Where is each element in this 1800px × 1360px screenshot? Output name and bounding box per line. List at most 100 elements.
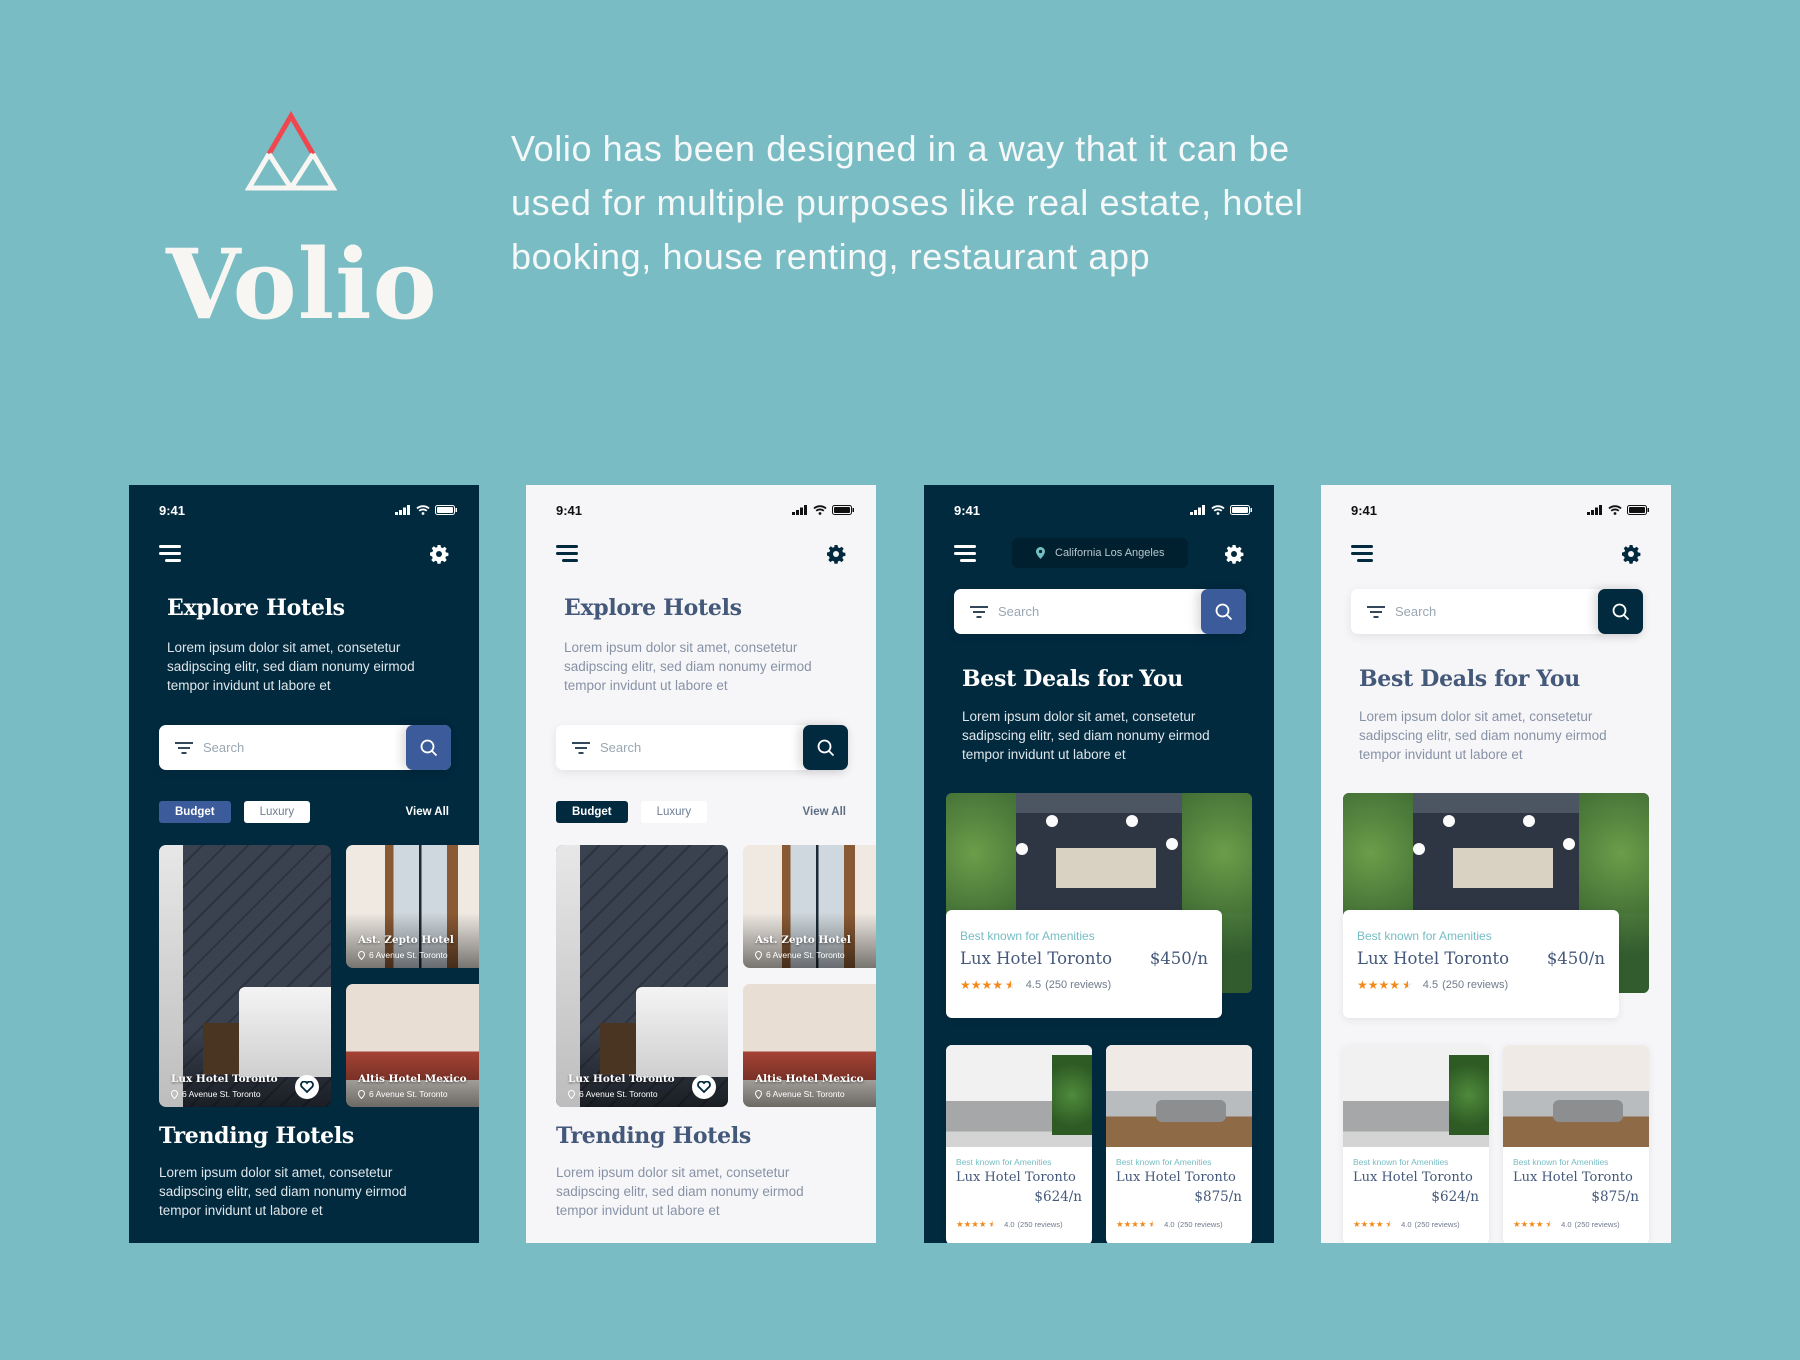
search-button[interactable] <box>803 725 848 770</box>
deal-tag: Best known for Amenities <box>1357 929 1492 943</box>
location-label: California Los Angeles <box>1055 547 1165 559</box>
filter-icon[interactable] <box>1367 605 1385 619</box>
wifi-icon <box>416 505 430 515</box>
signal-icon <box>792 505 807 515</box>
search-input[interactable]: Search <box>203 740 406 755</box>
search-button[interactable] <box>406 725 451 770</box>
section-title: Trending Hotels <box>159 1123 354 1149</box>
search-input[interactable]: Search <box>1395 604 1598 619</box>
gear-icon[interactable] <box>826 544 846 564</box>
search-bar[interactable]: Search <box>159 725 451 770</box>
star-rating: ★★★★ ★ <box>1116 1219 1157 1229</box>
deal-tag: Best known for Amenities <box>960 929 1095 943</box>
hotel-card[interactable]: Lux Hotel Toronto 6 Avenue St. Toronto <box>556 845 728 1107</box>
hotel-name: Altis Hotel Mexico <box>358 1073 467 1085</box>
description: Lorem ipsum dolor sit amet, consetetur s… <box>962 709 1210 762</box>
review-count: (250 reviews) <box>1177 1220 1223 1229</box>
search-button[interactable] <box>1201 589 1246 634</box>
deal-price: $875/n <box>1591 1189 1639 1205</box>
hotel-card[interactable]: Ast. Zepto Hotel 6 Avenue St. Toronto <box>743 845 876 968</box>
rating-value: 4.0 <box>1561 1220 1572 1229</box>
deal-hotel-name: Lux Hotel Toronto <box>1357 949 1510 968</box>
star-rating: ★★★★ ★ <box>1357 978 1413 992</box>
wifi-icon <box>813 505 827 515</box>
menu-icon[interactable] <box>954 545 978 563</box>
location-pin-icon <box>171 1089 178 1099</box>
chip-budget[interactable]: Budget <box>556 801 628 823</box>
menu-icon[interactable] <box>1351 545 1375 563</box>
star-rating: ★★★★ ★ <box>956 1219 997 1229</box>
status-time: 9:41 <box>556 502 583 518</box>
deal-tag: Best known for Amenities <box>1116 1157 1212 1167</box>
hotel-card[interactable]: Lux Hotel Toronto 6 Avenue St. Toronto <box>159 845 331 1107</box>
search-icon <box>817 739 834 756</box>
menu-icon[interactable] <box>556 545 580 563</box>
description: Lorem ipsum dolor sit amet, consetetur s… <box>167 640 415 693</box>
location-pin-icon <box>1036 547 1045 559</box>
rating-value: 4.0 <box>1004 1220 1015 1229</box>
review-count: (250 reviews) <box>1045 979 1112 991</box>
deal-hotel-name: Lux Hotel Toronto <box>1353 1170 1473 1185</box>
filter-icon[interactable] <box>572 741 590 755</box>
rating-value: 4.0 <box>1164 1220 1175 1229</box>
deal-card[interactable]: Best known for Amenities Lux Hotel Toron… <box>1503 1045 1649 1243</box>
battery-icon <box>1230 505 1252 515</box>
heart-icon <box>697 1081 711 1093</box>
gear-icon[interactable] <box>1224 544 1244 564</box>
phone-explore-light: 9:41 Explore Hotels Lorem ipsum dolor si… <box>526 485 876 1243</box>
status-time: 9:41 <box>954 502 981 518</box>
hotel-card[interactable]: Altis Hotel Mexico 6 Avenue St. Toronto <box>743 984 876 1107</box>
deal-price: $450/n <box>1149 949 1208 968</box>
chip-luxury[interactable]: Luxury <box>243 801 311 823</box>
battery-icon <box>1627 505 1649 515</box>
page-title: Explore Hotels <box>564 595 742 621</box>
description: Lorem ipsum dolor sit amet, consetetur s… <box>564 640 812 693</box>
deal-price: $624/n <box>1431 1189 1479 1205</box>
search-bar[interactable]: Search <box>556 725 848 770</box>
status-bar: 9:41 <box>556 502 854 518</box>
hotel-card[interactable]: Ast. Zepto Hotel 6 Avenue St. Toronto <box>346 845 479 968</box>
status-bar: 9:41 <box>1351 502 1649 518</box>
phone-explore-dark: 9:41 Explore Hotels Lorem ipsum dolor si… <box>129 485 479 1243</box>
hotel-name: Altis Hotel Mexico <box>755 1073 864 1085</box>
location-pin-icon <box>358 950 365 960</box>
review-count: (250 reviews) <box>1574 1220 1620 1229</box>
filter-icon[interactable] <box>175 741 193 755</box>
favorite-button[interactable] <box>692 1075 716 1099</box>
search-input[interactable]: Search <box>600 740 803 755</box>
chip-budget[interactable]: Budget <box>159 801 231 823</box>
search-icon <box>1612 603 1629 620</box>
status-bar: 9:41 <box>954 502 1252 518</box>
review-count: (250 reviews) <box>1442 979 1509 991</box>
rating-value: 4.5 <box>1025 979 1042 991</box>
rating-value: 4.0 <box>1401 1220 1412 1229</box>
search-bar[interactable]: Search <box>1351 589 1643 634</box>
gear-icon[interactable] <box>1621 544 1641 564</box>
deal-card[interactable]: Best known for Amenities Lux Hotel Toron… <box>1106 1045 1252 1243</box>
filter-icon[interactable] <box>970 605 988 619</box>
section-description: Lorem ipsum dolor sit amet, consetetur s… <box>159 1165 407 1218</box>
page-title: Best Deals for You <box>1359 666 1580 692</box>
search-bar[interactable]: Search <box>954 589 1246 634</box>
star-rating: ★★★★ ★ <box>1353 1219 1394 1229</box>
location-pin-icon <box>755 1089 762 1099</box>
view-all-link[interactable]: View All <box>406 806 449 818</box>
deal-card[interactable]: Best known for Amenities Lux Hotel Toron… <box>946 1045 1092 1243</box>
view-all-link[interactable]: View All <box>803 806 846 818</box>
location-selector[interactable]: California Los Angeles <box>1012 538 1188 568</box>
status-bar: 9:41 <box>159 502 457 518</box>
search-input[interactable]: Search <box>998 604 1201 619</box>
location-pin-icon <box>358 1089 365 1099</box>
chip-luxury[interactable]: Luxury <box>640 801 708 823</box>
search-button[interactable] <box>1598 589 1643 634</box>
featured-deal-card[interactable]: Best known for Amenities Lux Hotel Toron… <box>1343 910 1619 1018</box>
menu-icon[interactable] <box>159 545 183 563</box>
favorite-button[interactable] <box>295 1075 319 1099</box>
hotel-card[interactable]: Altis Hotel Mexico 6 Avenue St. Toronto <box>346 984 479 1107</box>
featured-deal-card[interactable]: Best known for Amenities Lux Hotel Toron… <box>946 910 1222 1018</box>
deal-card[interactable]: Best known for Amenities Lux Hotel Toron… <box>1343 1045 1489 1243</box>
hotel-address: 6 Avenue St. Toronto <box>182 1089 261 1099</box>
gear-icon[interactable] <box>429 544 449 564</box>
signal-icon <box>1190 505 1205 515</box>
hotel-address: 6 Avenue St. Toronto <box>579 1089 658 1099</box>
